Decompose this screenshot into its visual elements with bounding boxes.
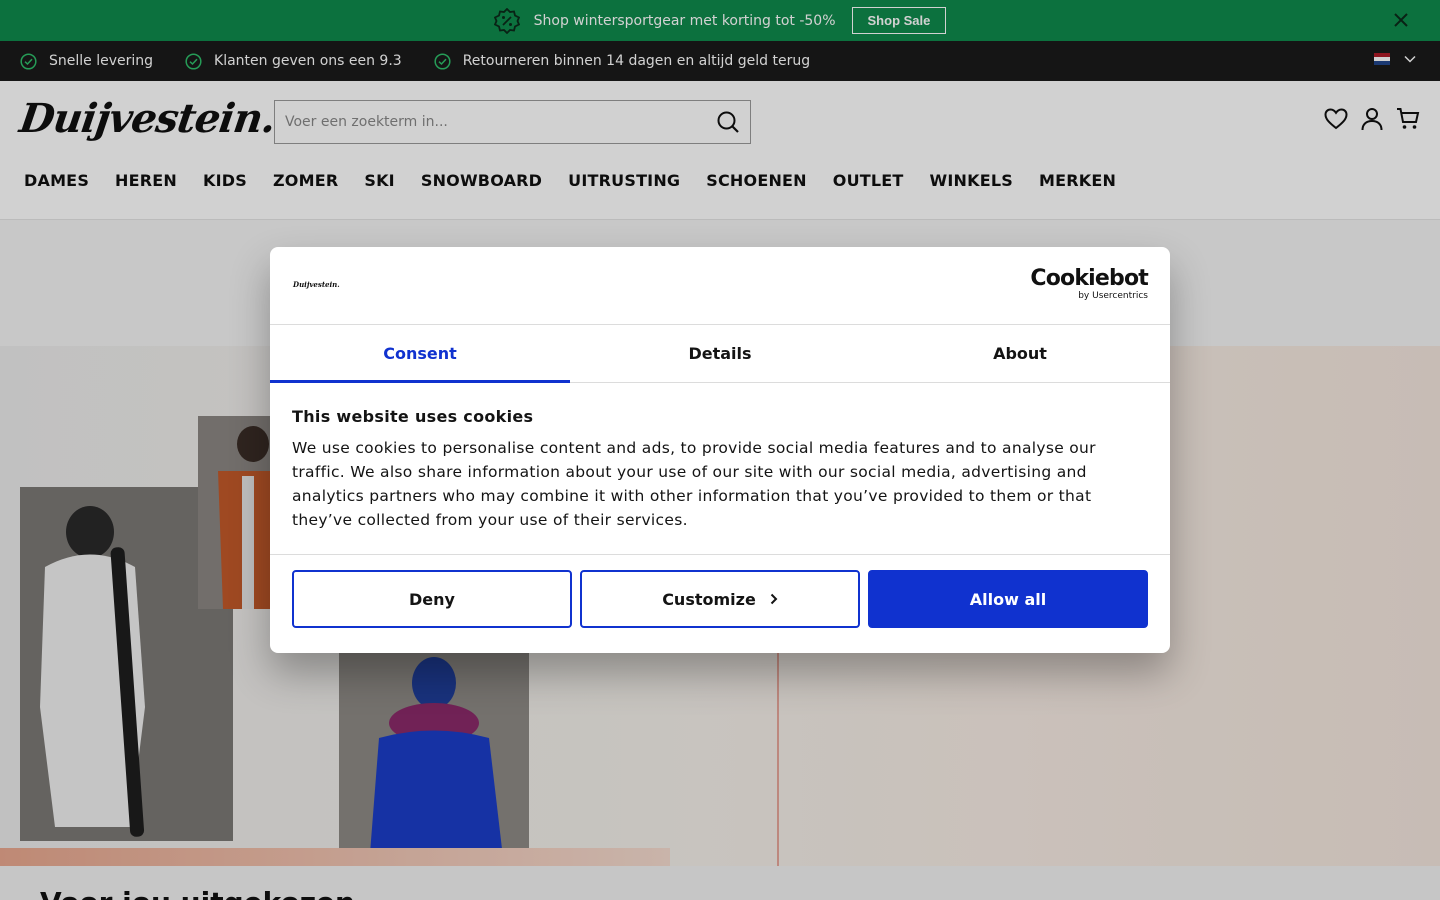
cookie-dialog: Duijvestein. Cookiebot by Usercentrics C… xyxy=(270,247,1170,653)
cookiebot-brand-sub: by Usercentrics xyxy=(1078,291,1148,301)
cookiebot-brand: Cookiebot xyxy=(1030,266,1148,291)
dialog-site-logo: Duijvestein. xyxy=(293,280,340,289)
deny-button[interactable]: Deny xyxy=(292,570,572,628)
tab-details[interactable]: Details xyxy=(570,325,870,382)
chevron-right-icon xyxy=(770,593,778,605)
customize-label: Customize xyxy=(662,589,756,609)
tab-consent[interactable]: Consent xyxy=(270,325,570,383)
cookie-dialog-body: This website uses cookies We use cookies… xyxy=(270,383,1170,555)
cookie-actions: Deny Customize Allow all xyxy=(270,555,1170,643)
tab-about[interactable]: About xyxy=(870,325,1170,382)
cookie-title: This website uses cookies xyxy=(292,407,534,426)
cookie-description: We use cookies to personalise content an… xyxy=(292,439,1096,529)
cookie-dialog-header: Duijvestein. Cookiebot by Usercentrics xyxy=(270,247,1170,325)
customize-button[interactable]: Customize xyxy=(580,570,860,628)
allow-all-button[interactable]: Allow all xyxy=(868,570,1148,628)
cookiebot-logo[interactable]: Cookiebot by Usercentrics xyxy=(1030,266,1148,302)
cookie-tabs: Consent Details About xyxy=(270,325,1170,383)
